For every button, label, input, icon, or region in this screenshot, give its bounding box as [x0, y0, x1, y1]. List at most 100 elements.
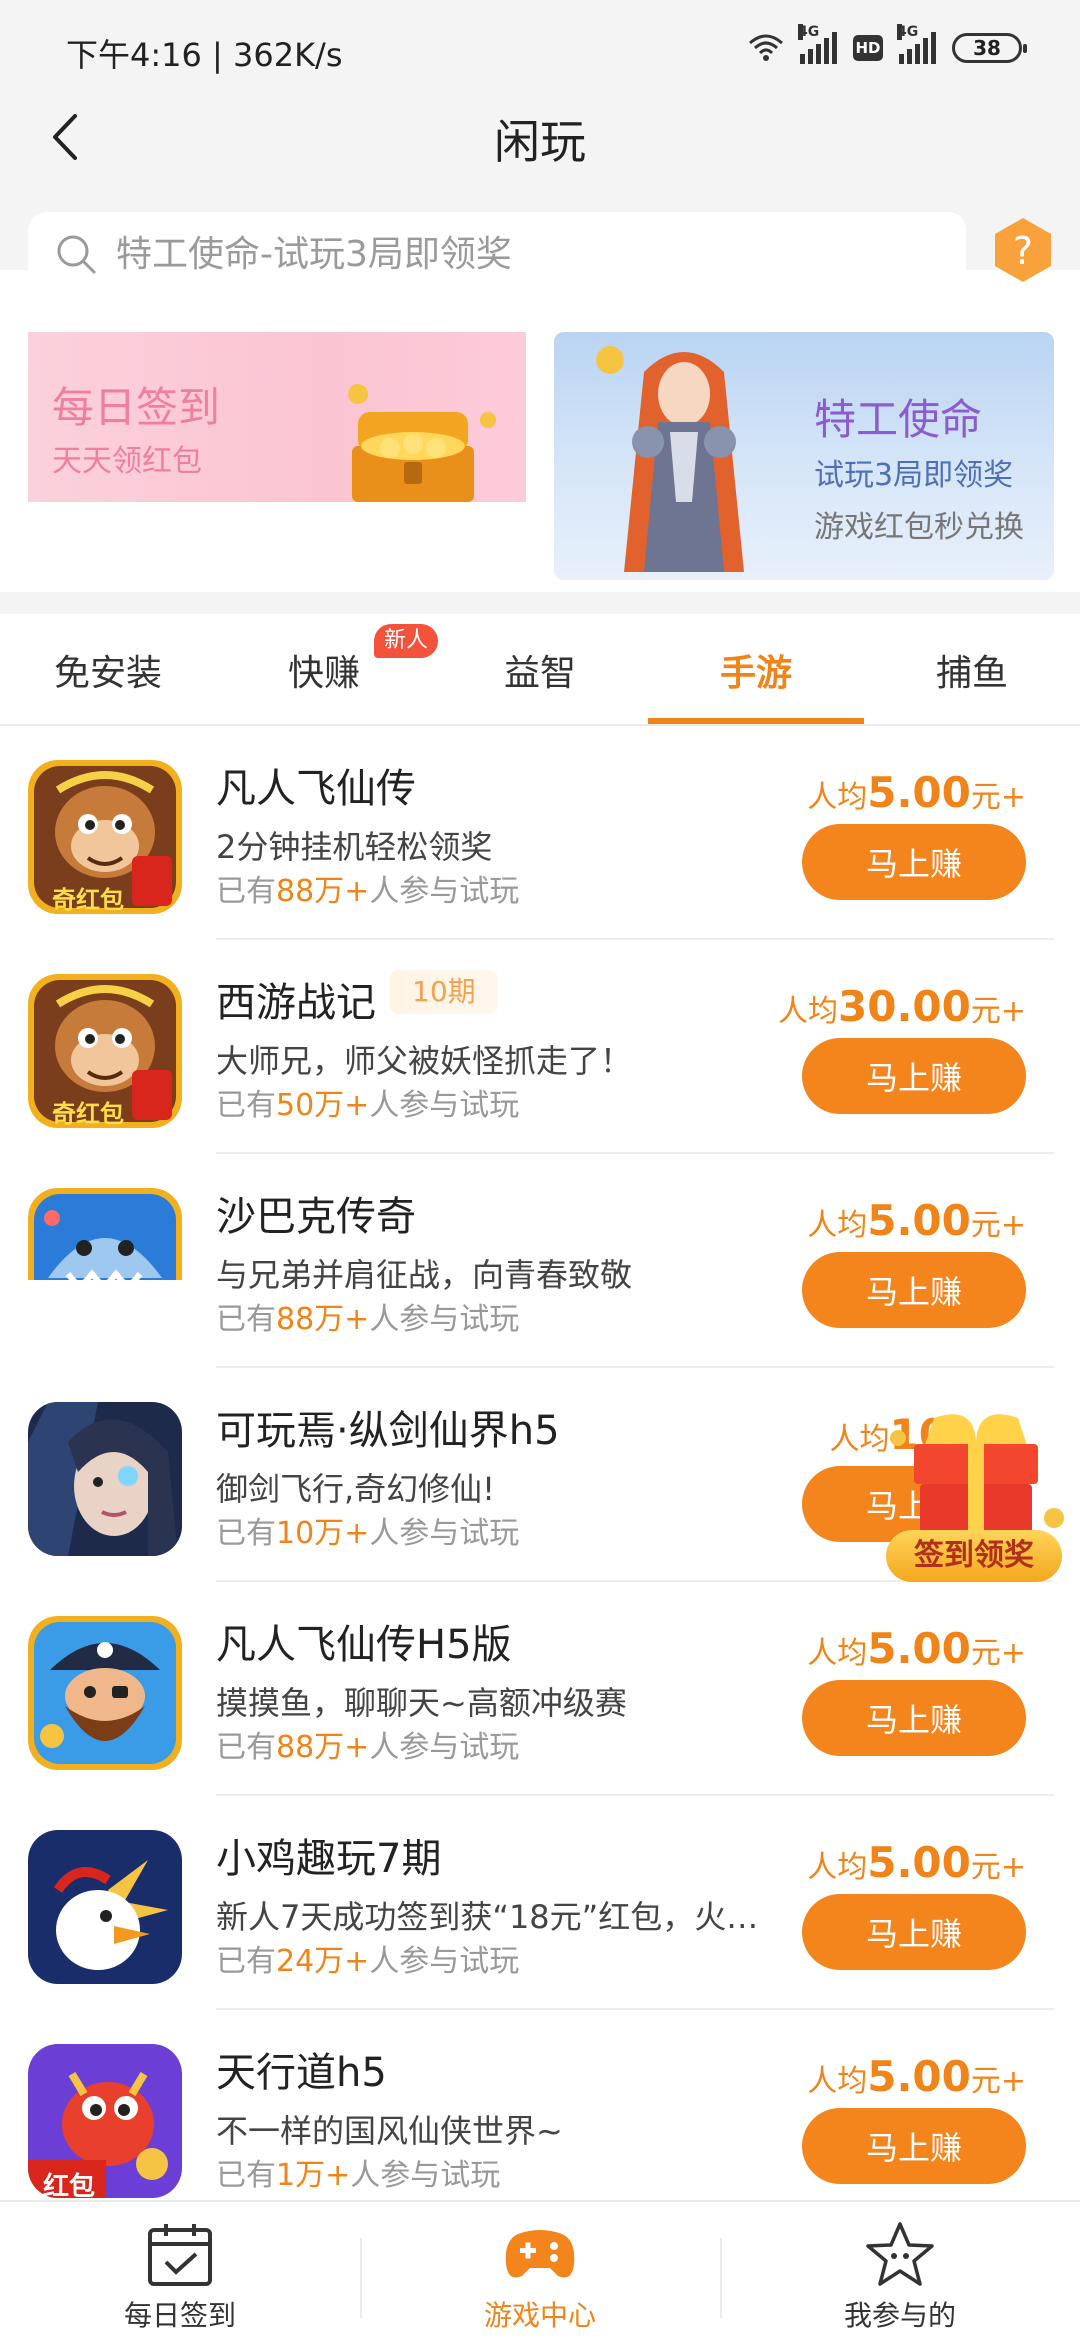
search-input[interactable] — [116, 233, 966, 275]
earn-now-button[interactable]: 马上赚 — [802, 1252, 1026, 1328]
tab-mobile-games[interactable]: 手游 — [648, 614, 864, 726]
reward-value: 5.00 — [867, 1838, 971, 1887]
reward-amount: 人均5.00元+ — [807, 768, 1026, 817]
active-tab-indicator — [648, 718, 864, 724]
nav-game-center-label: 游戏中心 — [483, 2299, 596, 2332]
svg-text:?: ? — [1013, 229, 1033, 273]
list-item[interactable]: 红包 天行道h5 不一样的国风仙侠世界~ 已有1万+人参与试玩 人均5.00元+… — [0, 2010, 1080, 2224]
participants-suffix: 人参与试玩 — [350, 2158, 501, 2193]
reward-value: 5.00 — [867, 1196, 971, 1245]
reward-amount: 人均5.00元+ — [807, 1196, 1026, 1245]
game-name: 小鸡趣玩7期 — [216, 1836, 442, 1882]
shark-icon — [28, 1188, 182, 1280]
game-description: 2分钟挂机轻松领奖 — [216, 828, 493, 866]
chevron-left-icon — [53, 114, 77, 160]
wifi-icon — [749, 34, 783, 61]
participants-prefix: 已有 — [216, 874, 276, 909]
daily-checkin-banner-title: 每日签到 — [52, 383, 221, 432]
participants-count: 1万+ — [276, 2158, 351, 2193]
game-participants: 已有88万+人参与试玩 — [216, 1294, 519, 1338]
participants-count: 10万+ — [276, 1516, 370, 1551]
game-description: 大师兄，师父被妖怪抓走了！ — [216, 1042, 633, 1080]
reward-value: 5.00 — [867, 2052, 971, 2101]
earn-now-button[interactable]: 马上赚 — [802, 824, 1026, 900]
participants-prefix: 已有 — [216, 1730, 276, 1765]
list-item[interactable]: 沙巴克传奇 与兄弟并肩征战，向青春致敬 已有88万+人参与试玩 人均5.00元+… — [0, 1154, 1080, 1368]
svg-text:奇红包: 奇红包 — [52, 1100, 124, 1128]
agent-mission-banner-title: 特工使命 — [814, 395, 983, 444]
search-icon — [57, 235, 96, 274]
status-bar: 下午4:16 | 362K/s 4G HD 4G 38 — [0, 0, 1080, 96]
category-tabs: 免安装 快赚 益智 手游 捕鱼 新人 — [0, 614, 1080, 726]
earn-now-button[interactable]: 马上赚 — [802, 1680, 1026, 1756]
participants-suffix: 人参与试玩 — [369, 874, 520, 909]
participants-count: 50万+ — [276, 1088, 370, 1123]
banner-area: 每日签到 天天领红包 特工使命 试玩3局即领奖 游戏红包秒兑换 — [0, 316, 1080, 592]
participants-prefix: 已有 — [216, 1516, 276, 1551]
reward-value: 5.00 — [867, 768, 971, 817]
game-name: 西游战记 — [216, 980, 376, 1026]
earn-now-button[interactable]: 马上赚 — [802, 1894, 1026, 1970]
earn-now-button[interactable]: 马上赚 — [802, 1038, 1026, 1114]
nav-game-center[interactable]: 游戏中心 — [360, 2202, 720, 2340]
reward-suffix: 元+ — [970, 1208, 1026, 1243]
participants-count: 88万+ — [276, 874, 370, 909]
participants-suffix: 人参与试玩 — [369, 1088, 520, 1123]
agent-mission-banner-line1: 试玩3局即领奖 — [814, 458, 1014, 493]
agent-mission-banner[interactable]: 特工使命 试玩3局即领奖 游戏红包秒兑换 — [554, 332, 1054, 580]
bottom-nav: 每日签到 游戏中心 我参与的 — [0, 2200, 1080, 2340]
signal-icon-2: 4G — [897, 24, 936, 64]
nav-daily-checkin-label: 每日签到 — [123, 2299, 236, 2332]
participants-prefix: 已有 — [216, 2158, 276, 2193]
game-description: 与兄弟并肩征战，向青春致敬 — [216, 1256, 633, 1294]
game-participants: 已有1万+人参与试玩 — [216, 2150, 500, 2194]
game-participants: 已有24万+人参与试玩 — [216, 1936, 519, 1980]
reward-prefix: 人均 — [807, 780, 868, 815]
reward-suffix: 元+ — [970, 1636, 1026, 1671]
new-user-badge: 新人 — [374, 624, 439, 658]
search-box[interactable] — [28, 212, 966, 296]
reward-amount: 人均30.00元+ — [778, 982, 1026, 1031]
earn-now-button[interactable]: 马上赚 — [802, 2108, 1026, 2184]
list-item[interactable]: 奇红包 凡人飞仙传 2分钟挂机轻松领奖 已有88万+人参与试玩 人均5.00元+… — [0, 726, 1080, 940]
game-name: 凡人飞仙传 — [216, 766, 416, 812]
participants-suffix: 人参与试玩 — [369, 1302, 520, 1337]
agent-mission-banner-line2: 游戏红包秒兑换 — [814, 510, 1024, 545]
nav-my-participation[interactable]: 我参与的 — [720, 2202, 1080, 2340]
reward-amount: 人均5.00元+ — [807, 1624, 1026, 1673]
game-participants: 已有88万+人参与试玩 — [216, 1722, 519, 1766]
reward-prefix: 人均 — [807, 1208, 868, 1243]
tab-no-install[interactable]: 免安装 — [0, 614, 216, 726]
tab-fishing[interactable]: 捕鱼 — [864, 614, 1080, 726]
participants-suffix: 人参与试玩 — [369, 1730, 520, 1765]
reward-suffix: 元+ — [970, 2064, 1026, 2099]
list-item[interactable]: 凡人飞仙传H5版 摸摸鱼，聊聊天~高额冲级赛 已有88万+人参与试玩 人均5.0… — [0, 1582, 1080, 1796]
reward-suffix: 元+ — [970, 1850, 1026, 1885]
participants-prefix: 已有 — [216, 1944, 276, 1979]
back-button[interactable] — [30, 102, 100, 172]
treasure-chest-icon — [348, 384, 496, 502]
tab-puzzle[interactable]: 益智 — [432, 614, 648, 726]
warrior-portrait-icon — [28, 1402, 182, 1556]
game-name: 可玩焉·纵剑仙界h5 — [216, 1408, 560, 1454]
list-item[interactable]: 小鸡趣玩7期 新人7天成功签到获“18元”红包，火爆抢签中 已有24万+人参与试… — [0, 1796, 1080, 2010]
network-type-1: 4G — [798, 24, 820, 40]
game-description: 新人7天成功签到获“18元”红包，火爆抢签中 — [216, 1898, 786, 1936]
participants-suffix: 人参与试玩 — [369, 1944, 520, 1979]
monkey-red-envelope-icon: 奇红包 — [28, 760, 182, 914]
daily-checkin-banner[interactable]: 每日签到 天天领红包 — [28, 332, 526, 502]
gift-label[interactable]: 签到领奖 — [886, 1530, 1062, 1582]
page-title: 闲玩 — [494, 115, 586, 169]
participants-prefix: 已有 — [216, 1088, 276, 1123]
status-time: 下午4:16 | 362K/s — [66, 36, 343, 74]
game-participants: 已有10万+人参与试玩 — [216, 1508, 519, 1552]
list-item[interactable]: 奇红包 西游战记 10期 大师兄，师父被妖怪抓走了！ 已有50万+人参与试玩 人… — [0, 940, 1080, 1154]
nav-daily-checkin[interactable]: 每日签到 — [0, 2202, 360, 2340]
help-icon[interactable]: ? — [992, 216, 1054, 284]
reward-prefix: 人均 — [807, 1636, 868, 1671]
reward-prefix: 人均 — [778, 994, 838, 1029]
reward-amount: 人均5.00元+ — [807, 2052, 1026, 2101]
period-badge: 10期 — [390, 970, 498, 1014]
reward-prefix: 人均 — [829, 1422, 890, 1457]
participants-count: 88万+ — [276, 1302, 370, 1337]
